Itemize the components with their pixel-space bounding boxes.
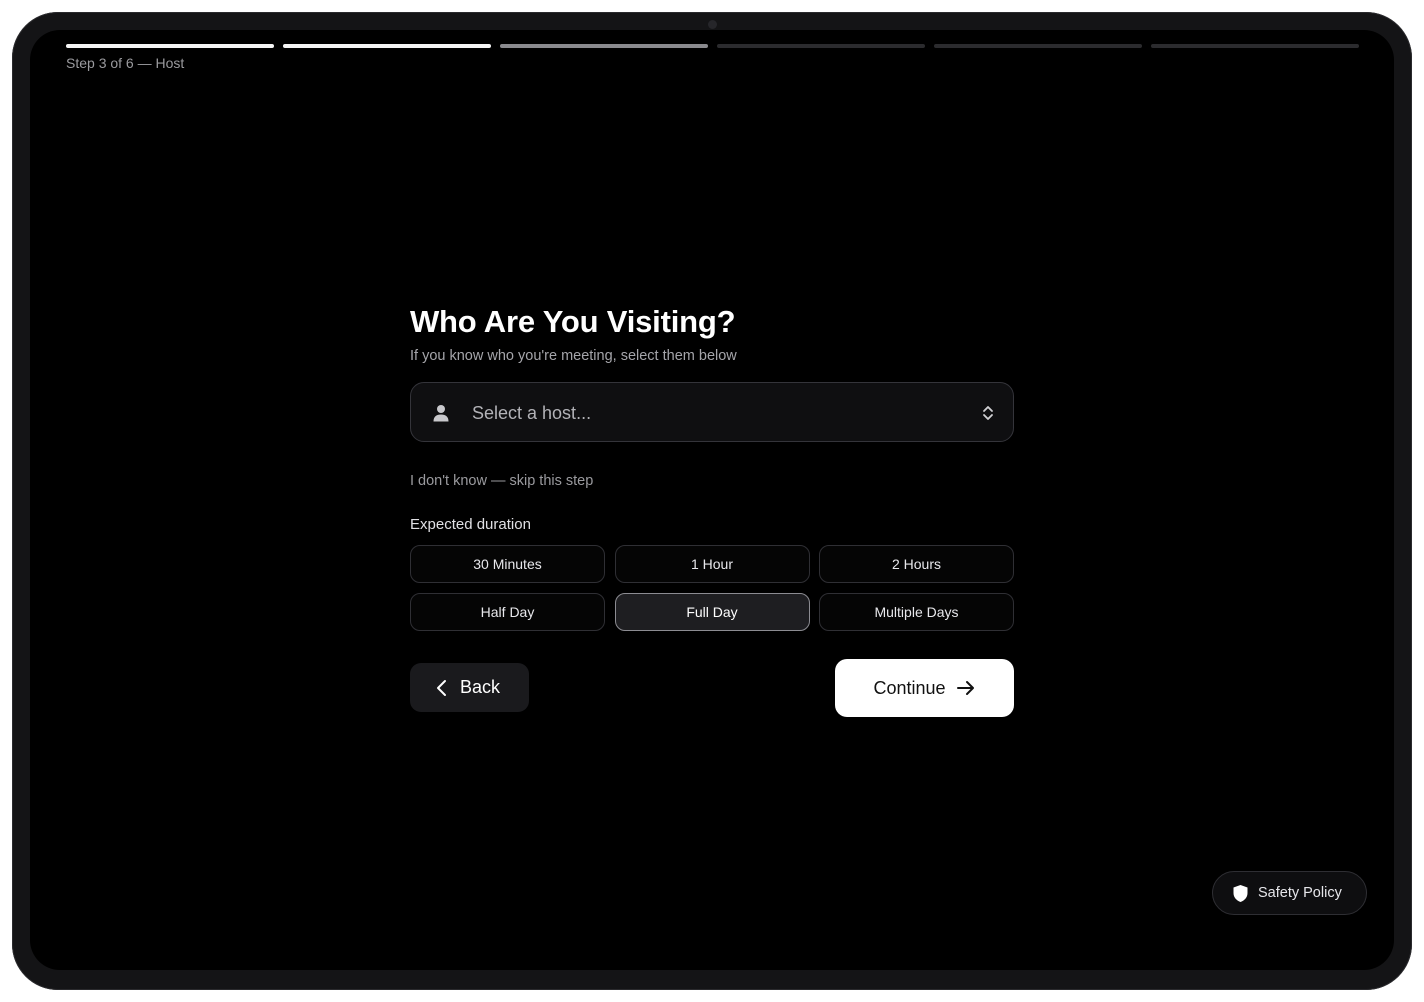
navigation-actions: Back Continue: [410, 659, 1014, 717]
progress-segment-4: [717, 44, 925, 48]
progress-segment-1: [66, 44, 274, 48]
step-label: Step 3 of 6 — Host: [66, 55, 185, 71]
shield-icon: [1233, 884, 1248, 902]
tablet-frame: Step 3 of 6 — Host Who Are You Visiting?…: [12, 12, 1412, 990]
arrow-right-icon: [956, 681, 974, 695]
back-button[interactable]: Back: [410, 663, 529, 712]
kiosk-screen: Step 3 of 6 — Host Who Are You Visiting?…: [30, 30, 1394, 970]
safety-policy-label: Safety Policy: [1258, 885, 1342, 901]
duration-options: 30 Minutes 1 Hour 2 Hours Half Day Full …: [410, 545, 1014, 631]
continue-button-label: Continue: [873, 677, 946, 698]
skip-step-link[interactable]: I don't know — skip this step: [410, 471, 593, 491]
page-title: Who Are You Visiting?: [410, 304, 736, 339]
camera-dot: [708, 20, 717, 29]
progress-segment-2: [283, 44, 491, 48]
progress-segment-3: [500, 44, 708, 48]
step-progress-bar: [66, 44, 1359, 48]
duration-option-multiple-days[interactable]: Multiple Days: [819, 593, 1014, 631]
duration-option-half-day[interactable]: Half Day: [410, 593, 605, 631]
progress-segment-6: [1151, 44, 1359, 48]
back-button-label: Back: [460, 677, 501, 697]
duration-option-30-minutes[interactable]: 30 Minutes: [410, 545, 605, 583]
host-select[interactable]: Select a host...: [410, 382, 1014, 442]
duration-option-1-hour[interactable]: 1 Hour: [614, 545, 810, 583]
chevron-left-icon: [437, 679, 446, 696]
continue-button[interactable]: Continue: [835, 659, 1014, 717]
chevron-up-down-icon: [983, 406, 993, 420]
host-select-placeholder: Select a host...: [472, 403, 592, 423]
safety-policy-button[interactable]: Safety Policy: [1212, 871, 1367, 915]
progress-segment-5: [934, 44, 1142, 48]
page-subtitle: If you know who you're meeting, select t…: [410, 348, 737, 364]
duration-label: Expected duration: [410, 516, 531, 533]
duration-option-2-hours[interactable]: 2 Hours: [819, 545, 1014, 583]
host-selection-panel: Who Are You Visiting? If you know who yo…: [410, 302, 1014, 717]
user-icon: [433, 405, 449, 422]
duration-option-full-day[interactable]: Full Day: [614, 593, 810, 631]
